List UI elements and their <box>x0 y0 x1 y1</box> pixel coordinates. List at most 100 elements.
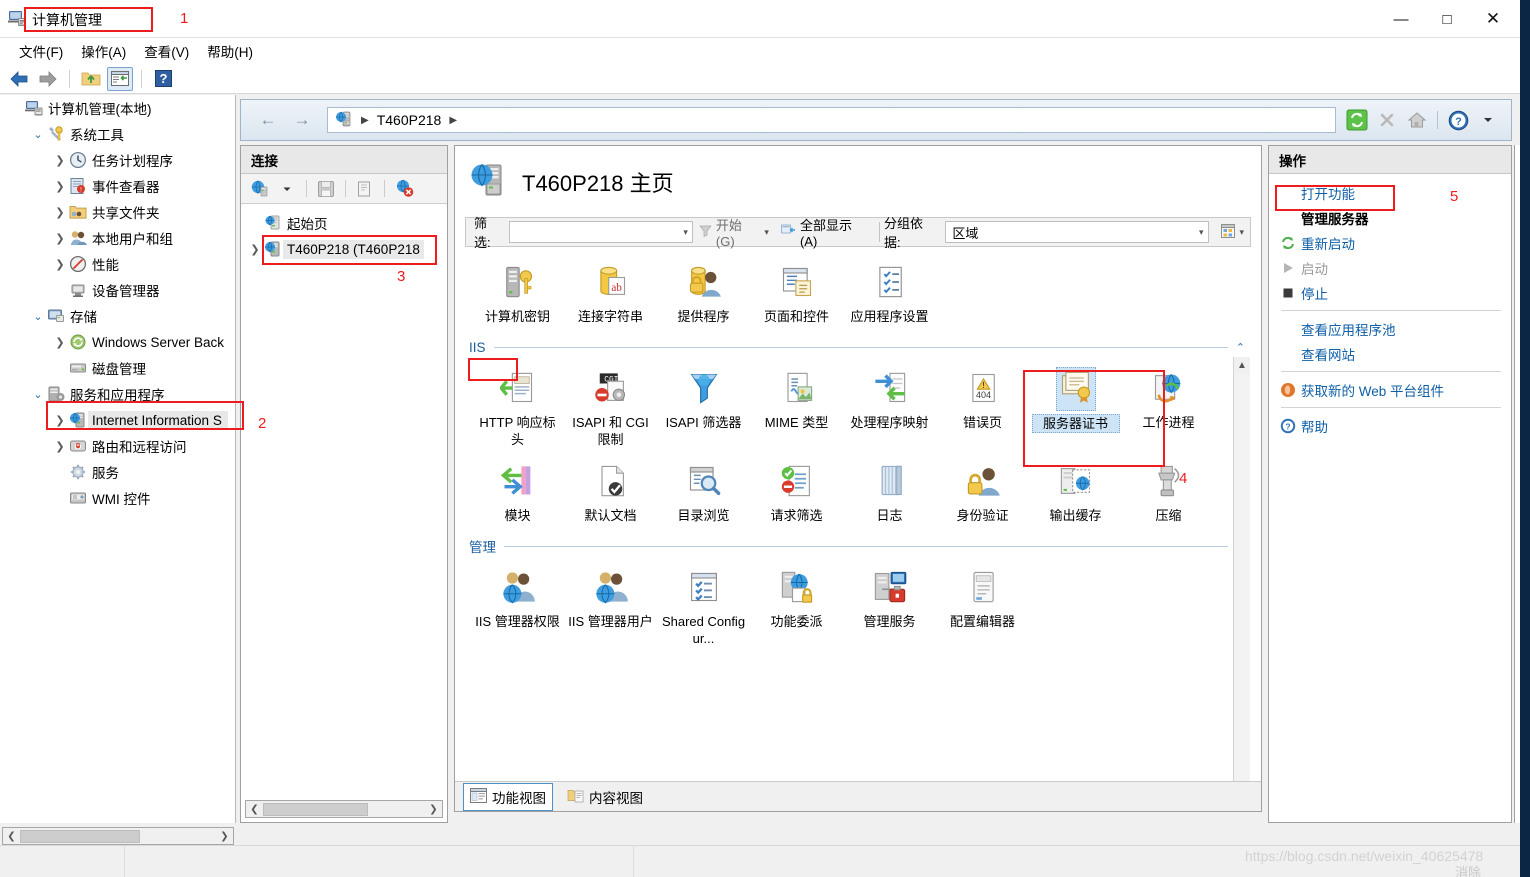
scroll-thumb[interactable] <box>20 829 140 843</box>
section-header-管理[interactable]: 管理⌃ <box>465 534 1251 558</box>
chevron-down-icon[interactable]: ▾ <box>1239 227 1244 238</box>
tree-windows-server-backup[interactable]: ❯ Windows Server Back <box>0 329 235 355</box>
feature-modules[interactable]: 模块 <box>471 452 564 528</box>
tree-services-and-applications[interactable]: ⌄ 服务和应用程序 <box>0 381 235 407</box>
tree-storage[interactable]: ⌄ 存储 <box>0 303 235 329</box>
feature-directory-browsing[interactable]: 目录浏览 <box>657 452 750 528</box>
scroll-right-icon[interactable]: ❯ <box>216 831 233 842</box>
feature-default-document[interactable]: 默认文档 <box>564 452 657 528</box>
connection-start-page[interactable]: 起始页 <box>241 210 447 236</box>
scroll-left-icon[interactable]: ❮ <box>246 804 263 815</box>
connect-to-icon[interactable] <box>247 178 271 200</box>
action-stop[interactable]: 停止 <box>1269 280 1511 305</box>
feature-isapi-filters[interactable]: ISAPI 筛选器 <box>657 359 750 452</box>
breadcrumb-forward-icon[interactable]: → <box>285 106 319 134</box>
twisty-icon[interactable]: ❯ <box>52 256 68 272</box>
feature-machine-key[interactable]: 计算机密钥 <box>471 253 564 329</box>
feature-request-filtering[interactable]: 请求筛选 <box>750 452 843 528</box>
edit-connection-icon[interactable] <box>353 178 377 200</box>
menu-file[interactable]: 文件(F) <box>10 39 72 63</box>
action-get-new-web-platform-components[interactable]: 获取新的 Web 平台组件 <box>1269 377 1511 402</box>
feature-pages-and-controls[interactable]: 页面和控件 <box>750 253 843 329</box>
home-icon[interactable] <box>1404 108 1430 132</box>
twisty-icon[interactable]: ❯ <box>52 334 68 350</box>
twisty-icon[interactable]: ❯ <box>52 438 68 454</box>
minimize-button[interactable]: — <box>1378 0 1424 38</box>
folder-up-icon[interactable] <box>78 67 104 91</box>
twisty-icon[interactable]: ❯ <box>52 412 68 428</box>
features-vscrollbar[interactable]: ▲ ▼ <box>1233 357 1250 799</box>
feature-authentication[interactable]: 身份验证 <box>936 452 1029 528</box>
tree-services[interactable]: 服务 <box>0 459 235 485</box>
tree-shared-folders[interactable]: ❯ 共享文件夹 <box>0 199 235 225</box>
filter-go-button[interactable]: 开始(G) ▾ <box>693 215 775 249</box>
tree-disk-management[interactable]: 磁盘管理 <box>0 355 235 381</box>
group-by-select[interactable]: 区域 ▾ <box>945 221 1210 243</box>
feature-feature-delegation[interactable]: 功能委派 <box>750 558 843 651</box>
tree-computer-management-local[interactable]: 计算机管理(本地) <box>0 95 235 121</box>
twisty-icon[interactable]: ⌄ <box>30 308 46 324</box>
twisty-icon[interactable]: ❯ <box>52 178 68 194</box>
twisty-icon[interactable]: ❯ <box>52 152 68 168</box>
action-open-feature[interactable]: 打开功能 <box>1269 180 1511 205</box>
action-view-sites[interactable]: 查看网站 <box>1269 341 1511 366</box>
action-start[interactable]: 启动 <box>1269 255 1511 280</box>
feature-handler-mappings[interactable]: 处理程序映射 <box>843 359 936 452</box>
twisty-icon[interactable] <box>52 360 68 376</box>
tree-performance[interactable]: ❯ 性能 <box>0 251 235 277</box>
maximize-button[interactable]: □ <box>1424 0 1470 38</box>
stop-icon[interactable] <box>1374 108 1400 132</box>
scroll-up-icon[interactable]: ▲ <box>1237 357 1247 374</box>
breadcrumb-server-label[interactable]: T460P218 <box>377 112 442 128</box>
connections-hscrollbar[interactable]: ❮ ❯ <box>245 800 443 818</box>
feature-iis-manager-permissions[interactable]: IIS 管理器权限 <box>471 558 564 651</box>
tree-event-viewer[interactable]: ❯! 事件查看器 <box>0 173 235 199</box>
tab-features-view[interactable]: 功能视图 <box>463 782 553 811</box>
scroll-track[interactable] <box>1234 374 1250 799</box>
twisty-icon[interactable]: ❯ <box>52 204 68 220</box>
chevron-down-icon[interactable] <box>275 178 299 200</box>
chevron-down-icon[interactable]: ▾ <box>764 227 769 238</box>
tree-routing-and-remote-access[interactable]: ❯ 路由和远程访问 <box>0 433 235 459</box>
menu-view[interactable]: 查看(V) <box>135 39 198 63</box>
tree-device-manager[interactable]: 设备管理器 <box>0 277 235 303</box>
connection-t460p218[interactable]: ❯ T460P218 (T460P218 <box>241 236 447 262</box>
tree-task-scheduler[interactable]: ❯ 任务计划程序 <box>0 147 235 173</box>
twisty-icon[interactable]: ⌄ <box>30 126 46 142</box>
twisty-icon[interactable] <box>52 282 68 298</box>
help-icon[interactable]: ? <box>150 67 176 91</box>
action-help[interactable]: ? 帮助 <box>1269 413 1511 438</box>
chevron-down-icon[interactable]: ▾ <box>683 227 688 238</box>
breadcrumb[interactable]: ▶ T460P218 ▶ <box>327 107 1336 133</box>
help-icon[interactable]: ? <box>1445 108 1471 132</box>
section-header-IIS[interactable]: IIS ⌃ <box>465 335 1251 359</box>
save-connections-icon[interactable] <box>314 178 338 200</box>
feature-mime-types[interactable]: MIME 类型 <box>750 359 843 452</box>
scroll-thumb[interactable] <box>263 802 368 816</box>
feature-logging[interactable]: 日志 <box>843 452 936 528</box>
tab-content-view[interactable]: 内容视图 <box>561 784 649 810</box>
show-console-tree-icon[interactable] <box>107 66 133 91</box>
scroll-left-icon[interactable]: ❮ <box>3 831 20 842</box>
feature-connection-strings[interactable]: ab 连接字符串 <box>564 253 657 329</box>
feature-server-certificates[interactable]: 服务器证书 <box>1029 359 1122 452</box>
menu-help[interactable]: 帮助(H) <box>198 39 262 63</box>
action-restart[interactable]: 重新启动 <box>1269 230 1511 255</box>
feature-http-response-headers[interactable]: HTTP 响应标头 <box>471 359 564 452</box>
twisty-icon[interactable] <box>52 490 68 506</box>
feature-shared-configuration[interactable]: Shared Configur... <box>657 558 750 651</box>
feature-application-settings[interactable]: 应用程序设置 <box>843 253 936 329</box>
scroll-right-icon[interactable]: ❯ <box>425 804 442 815</box>
tree-system-tools[interactable]: ⌄ 系统工具 <box>0 121 235 147</box>
twisty-icon[interactable]: ❯ <box>247 241 263 257</box>
console-tree-hscrollbar[interactable]: ❮ ❯ <box>2 827 234 845</box>
twisty-icon[interactable]: ❯ <box>52 230 68 246</box>
filter-input[interactable]: ▾ <box>508 221 693 243</box>
feature-isapi-and-cgi-restrictions[interactable]: CGI ISAPI 和 CGI 限制 <box>564 359 657 452</box>
close-button[interactable]: ✕ <box>1470 0 1516 38</box>
delete-connection-icon[interactable] <box>392 178 416 200</box>
view-mode-button[interactable]: ▾ <box>1215 223 1250 241</box>
tree-local-users-and-groups[interactable]: ❯ 本地用户和组 <box>0 225 235 251</box>
feature-providers[interactable]: 提供程序 <box>657 253 750 329</box>
twisty-icon[interactable] <box>8 100 24 116</box>
